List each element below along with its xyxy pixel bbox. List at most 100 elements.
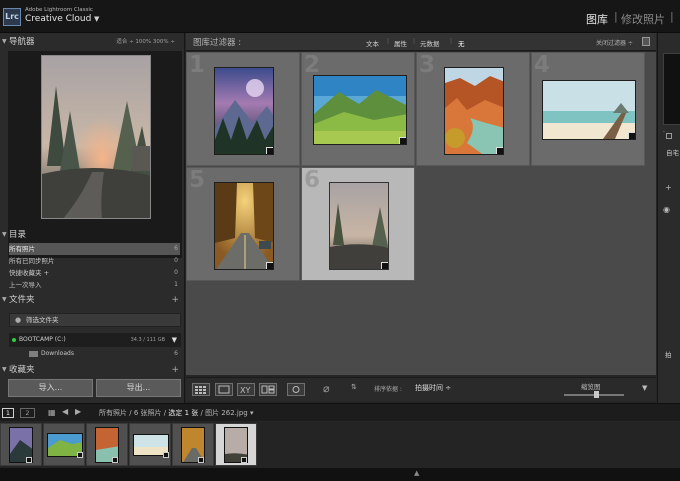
filmstrip-thumb[interactable] <box>172 423 214 466</box>
filmstrip-thumb[interactable] <box>129 423 171 466</box>
module-library[interactable]: 图库 <box>586 11 608 27</box>
volume-size: 34.3 / 111 GB <box>130 337 165 343</box>
people-view-button[interactable] <box>287 383 305 396</box>
filmstrip-thumb[interactable] <box>43 423 85 466</box>
grid-icon[interactable]: ▦ <box>48 408 56 417</box>
edit-badge-icon <box>77 452 83 458</box>
thumbnail[interactable] <box>329 182 389 270</box>
painter-spray-icon[interactable]: ⌀ <box>323 382 330 395</box>
histogram <box>663 53 680 125</box>
thumbnail[interactable] <box>542 80 636 140</box>
sort-dropdown[interactable]: 拍摄时间 ÷ <box>415 383 451 393</box>
thumbnail[interactable] <box>444 67 504 155</box>
add-collection-plus-icon[interactable]: + <box>171 363 179 377</box>
folder-row-downloads[interactable]: Downloads 6 <box>9 348 181 360</box>
module-develop[interactable]: 修改照片 <box>621 11 665 27</box>
volume-expand-icon[interactable]: ▼ <box>172 333 177 347</box>
collapse-caret-icon[interactable]: ▲ <box>414 469 419 477</box>
filmstrip-thumb-selected[interactable] <box>215 423 257 466</box>
catalog-item-label: 快捷收藏夹 + <box>9 269 50 277</box>
filmstrip-collapse-bar[interactable]: ▲ <box>0 468 680 481</box>
forward-arrow-icon[interactable]: ▶ <box>75 407 81 416</box>
grid-cell[interactable]: 1 <box>186 52 300 166</box>
thumbnail[interactable] <box>214 67 274 155</box>
file-dropdown-icon[interactable]: ▾ <box>250 409 254 417</box>
volume-row[interactable]: BOOTCAMP (C:) 34.3 / 111 GB ▼ <box>9 333 181 347</box>
edit-badge-icon <box>26 457 32 463</box>
crop-checkbox[interactable] <box>666 133 672 139</box>
filter-tab-metadata[interactable]: 元数据 <box>420 38 440 48</box>
catalog-item-label: 上一次导入 <box>9 281 42 289</box>
plus-icon[interactable]: + <box>665 183 672 192</box>
edit-badge-icon <box>241 457 247 463</box>
folder-name: Downloads <box>41 350 74 357</box>
navigator-zoom-options[interactable]: 适合 ÷ 100% 300% ÷ <box>116 35 175 49</box>
secondary-window-tab[interactable]: 2 <box>20 408 35 418</box>
catalog-item-count: 0 <box>174 269 178 276</box>
collapse-triangle-icon[interactable]: ▼ <box>2 35 7 49</box>
catalog-item-quick-collection[interactable]: 快捷收藏夹 + 0 <box>9 267 180 279</box>
folders-title: 文件夹 <box>9 295 35 305</box>
filter-tab-separator: | <box>387 38 390 45</box>
lock-icon[interactable] <box>642 37 650 46</box>
grid-cell[interactable]: 3 <box>416 52 530 166</box>
filmstrip <box>0 422 680 468</box>
filmstrip-thumb[interactable] <box>0 423 42 466</box>
back-arrow-icon[interactable]: ◀ <box>62 407 68 416</box>
add-folder-plus-icon[interactable]: + <box>171 293 179 307</box>
sort-direction-icon[interactable]: ⇅ <box>351 383 357 391</box>
filter-tab-text[interactable]: 文本 <box>366 38 379 48</box>
loupe-view-button[interactable] <box>215 383 233 396</box>
selected-count: 选定 1 张 <box>168 409 199 417</box>
lrc-logo: Lrc <box>3 8 21 26</box>
folder-icon <box>29 351 38 357</box>
collections-title: 收藏夹 <box>9 365 35 375</box>
catalog-header[interactable]: ▼ 目录 <box>0 228 185 242</box>
edit-badge-icon <box>381 262 388 269</box>
thumbnail[interactable] <box>313 75 407 145</box>
collapse-triangle-icon[interactable]: ▼ <box>2 293 7 307</box>
filter-tab-none[interactable]: 无 <box>458 38 465 48</box>
folder-count: 6 <box>174 350 178 357</box>
eye-icon[interactable]: ◉ <box>663 205 670 214</box>
catalog-item-all-photos[interactable]: 所有照片 6 <box>9 243 180 255</box>
grid-cell[interactable]: 5 <box>186 167 300 281</box>
edit-badge-icon <box>198 457 204 463</box>
collections-header[interactable]: ▼ 收藏夹 + <box>0 363 185 377</box>
folders-header[interactable]: ▼ 文件夹 + <box>0 293 185 307</box>
catalog-item-previous-import[interactable]: 上一次导入 1 <box>9 279 180 291</box>
navigator-preview[interactable] <box>8 51 182 258</box>
grid-cell[interactable]: 4 <box>531 52 645 166</box>
compare-view-button[interactable]: XY <box>237 383 255 396</box>
import-button[interactable]: 导入... <box>8 379 93 397</box>
toolbar-menu-icon[interactable]: ▼ <box>642 384 647 392</box>
filter-tab-separator: | <box>413 38 416 45</box>
collapse-triangle-icon[interactable]: ▼ <box>2 363 7 377</box>
volume-status-icon <box>12 338 16 342</box>
saved-preset-label: 自宅 <box>666 149 679 157</box>
survey-view-button[interactable] <box>259 383 277 396</box>
grid-cell[interactable]: 2 <box>301 52 415 166</box>
path-sep: / <box>200 409 203 417</box>
edit-badge-icon <box>163 452 169 458</box>
thumbnail[interactable] <box>214 182 274 270</box>
identity-menu-caret-icon[interactable]: ▼ <box>94 15 99 23</box>
grid-cell-selected[interactable]: 6 <box>301 167 415 281</box>
filter-folders-input[interactable]: ● 筛选文件夹 <box>9 313 181 327</box>
grid-view-button[interactable] <box>192 383 210 396</box>
filters-off-dropdown[interactable]: 关闭过滤器 ÷ <box>596 38 633 47</box>
photo-count: 6 张照片 <box>133 409 162 417</box>
collapse-triangle-icon[interactable]: ▼ <box>2 228 7 242</box>
source-path[interactable]: 所有照片 / 6 张照片 / 选定 1 张 / 图片 262.jpg ▾ <box>99 408 253 418</box>
navigator-header[interactable]: ▼ 导航器 适合 ÷ 100% 300% ÷ <box>0 35 185 49</box>
current-file: 图片 262.jpg <box>205 409 248 417</box>
filter-bar-title: 图库过滤器 : <box>193 38 242 48</box>
navigator-photo[interactable] <box>41 55 151 219</box>
main-window-tab[interactable]: 1 <box>2 408 14 418</box>
filmstrip-thumb[interactable] <box>86 423 128 466</box>
export-button[interactable]: 导出... <box>96 379 181 397</box>
svg-text:XY: XY <box>240 386 250 395</box>
catalog-item-synced[interactable]: 所有已同步照片 0 <box>9 255 180 267</box>
thumbnail-slider-knob[interactable] <box>594 391 599 398</box>
filter-tab-attribute[interactable]: 属性 <box>394 38 407 48</box>
